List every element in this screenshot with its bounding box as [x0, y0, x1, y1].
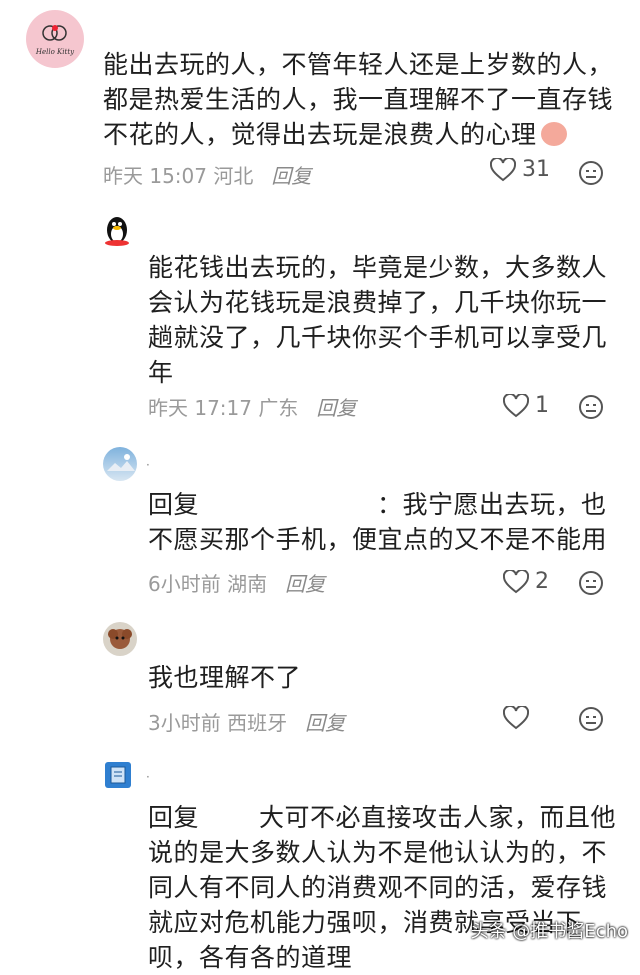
comment-text: 我也理解不了: [148, 663, 302, 692]
like-button[interactable]: [503, 706, 535, 730]
emoji-reaction-icon[interactable]: [578, 570, 604, 596]
book-icon: [110, 766, 126, 784]
avatar-label: Hello Kitty: [35, 48, 75, 56]
avatar[interactable]: [103, 447, 137, 481]
reply-button[interactable]: 回复: [285, 568, 325, 597]
emoji-reaction-icon[interactable]: [578, 394, 604, 420]
like-count: 2: [535, 569, 549, 594]
comment-time-location: 昨天 17:17 广东: [148, 396, 299, 420]
watermark: 头条 @推书酱Echo: [470, 921, 628, 942]
avatar[interactable]: [103, 214, 131, 246]
avatar[interactable]: [105, 762, 131, 788]
like-button[interactable]: 1: [503, 393, 549, 418]
like-button[interactable]: 2: [503, 569, 549, 594]
reply-button[interactable]: 回复: [316, 392, 356, 421]
comment-text: 能花钱出去玩的，毕竟是少数，大多数人 会认为花钱玩是浪费掉了，几千块你玩一 趟就…: [148, 253, 608, 387]
comment-meta: 昨天 17:17 广东 回复: [148, 392, 356, 421]
comment-time-location: 3小时前 西班牙: [148, 711, 288, 735]
qq-penguin-icon: [105, 217, 129, 246]
like-count: 1: [535, 393, 549, 418]
heart-icon: [503, 393, 529, 417]
heart-icon: [503, 569, 529, 593]
avatar[interactable]: [103, 622, 137, 656]
reply-button[interactable]: 回复: [305, 707, 345, 736]
reply-button[interactable]: 回复: [271, 160, 311, 189]
reply-prefix: 回复: [148, 803, 200, 832]
comment-text: 回复 ：我宁愿出去玩，也 不愿买那个手机，便宜点的又不是不能用: [148, 490, 608, 554]
comment-meta: 6小时前 湖南 回复: [148, 568, 325, 597]
comment-meta: 昨天 15:07 河北 回复: [103, 160, 311, 189]
hello-kitty-icon: Hello Kitty: [35, 25, 75, 56]
reply-separator: ：: [377, 490, 403, 519]
comment-text: 回复 大可不必直接攻击人家，而且他 说的是大多数人认为不是他认认为的，不 同人有不…: [148, 803, 617, 972]
username-mark: ·: [146, 770, 150, 784]
emoji-icon: [540, 122, 567, 146]
comment-time-location: 6小时前 湖南: [148, 572, 268, 596]
heart-icon: [503, 706, 529, 730]
like-count: 31: [522, 157, 550, 182]
comment-meta: 3小时前 西班牙 回复: [148, 707, 345, 736]
dog-icon: [108, 629, 132, 649]
comment-text: 能出去玩的人，不管年轻人还是上岁数的人， 都是热爱生活的人，我一直理解不了一直存…: [103, 50, 614, 149]
reply-prefix: 回复: [148, 490, 200, 519]
landscape-icon: [107, 454, 135, 471]
comment-time-location: 昨天 15:07 河北: [103, 164, 254, 188]
username-mark: ·: [146, 458, 150, 472]
emoji-reaction-icon[interactable]: [578, 706, 604, 732]
emoji-reaction-icon[interactable]: [578, 160, 604, 186]
like-button[interactable]: 31: [490, 157, 550, 182]
avatar[interactable]: Hello Kitty: [26, 10, 84, 68]
heart-icon: [490, 157, 516, 181]
